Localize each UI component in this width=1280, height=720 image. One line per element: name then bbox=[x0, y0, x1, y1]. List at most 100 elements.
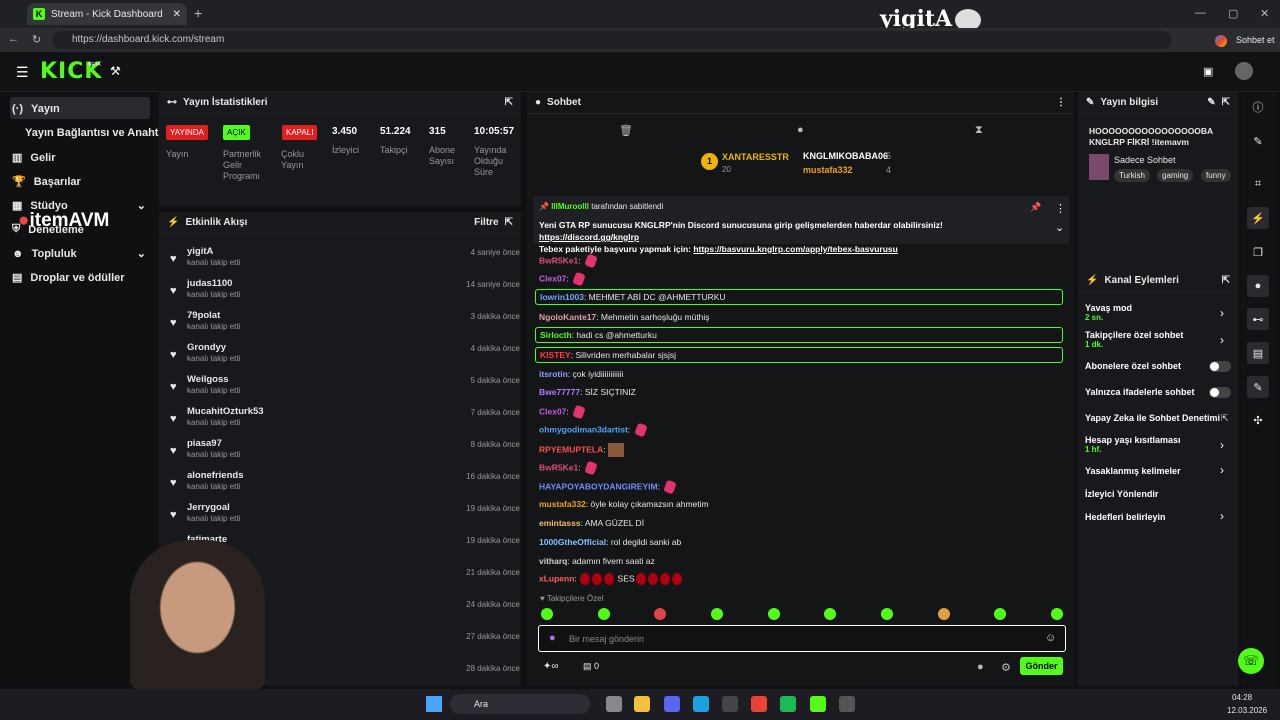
nav-item-stream-key[interactable]: Yayın Bağlantısı ve Anahtarı bbox=[25, 127, 172, 139]
pinned-link-discord[interactable]: https://discord.gg/knglrp bbox=[539, 232, 639, 242]
chevron-right-icon[interactable]: › bbox=[1220, 509, 1224, 523]
layout-icon[interactable]: ▤ bbox=[1247, 342, 1269, 364]
gear-icon[interactable]: ⚙ bbox=[1001, 661, 1011, 674]
edge-icon[interactable] bbox=[693, 696, 709, 712]
broadcast-icon[interactable]: ⊷ bbox=[1247, 308, 1269, 330]
emote-icon[interactable] bbox=[710, 608, 723, 620]
chat-user[interactable]: 1000GtheOfficial bbox=[539, 537, 606, 547]
user-avatar[interactable] bbox=[1235, 62, 1253, 80]
nav-item-basarilar[interactable]: 🏆 Başarılar bbox=[12, 175, 81, 189]
wrench-icon[interactable]: ✎ bbox=[1247, 376, 1269, 398]
chat-user[interactable]: BwR5Ke1 bbox=[539, 462, 578, 472]
browser-tab[interactable]: K Stream - Kick Dashboard ✕ bbox=[27, 3, 187, 25]
popout-icon[interactable]: ⇱ bbox=[1222, 97, 1230, 108]
chrome-icon[interactable] bbox=[751, 696, 767, 712]
chat-user[interactable]: lowrin1003 bbox=[540, 292, 584, 302]
chat-input[interactable]: ● Bir mesaj gönderin ☺ bbox=[538, 625, 1066, 652]
emote-icon[interactable] bbox=[597, 608, 610, 620]
chevron-down-icon[interactable]: ⌄ bbox=[1055, 221, 1064, 234]
chat-tools-icon[interactable]: ✦∞ bbox=[543, 661, 559, 672]
info-icon[interactable]: ⓘ bbox=[1247, 96, 1269, 118]
top-gifter-3[interactable]: mustafa332 bbox=[803, 165, 853, 175]
activity-name[interactable]: yigitA bbox=[187, 246, 213, 257]
chat-user[interactable]: vitharq bbox=[539, 556, 567, 566]
chat-icon[interactable]: ● bbox=[1247, 275, 1269, 297]
tag[interactable]: Turkish bbox=[1114, 169, 1150, 182]
chat-user[interactable]: Clex07 bbox=[539, 406, 566, 416]
chat-user[interactable]: Clex07 bbox=[539, 273, 566, 283]
action-ai-moderation[interactable]: Yapay Zeka ile Sohbet Denetimi bbox=[1085, 413, 1220, 423]
chat-user[interactable]: Bwe77777 bbox=[539, 387, 580, 397]
profile-icon[interactable] bbox=[1215, 35, 1227, 47]
send-button[interactable]: Gönder bbox=[1020, 657, 1063, 675]
activity-name[interactable]: MucahitOzturk53 bbox=[187, 406, 264, 417]
emote-icon[interactable] bbox=[824, 608, 837, 620]
close-window-icon[interactable]: ✕ bbox=[1260, 7, 1269, 20]
chevron-right-icon[interactable]: › bbox=[1220, 463, 1224, 477]
popout-icon[interactable]: ⇱ bbox=[505, 97, 513, 108]
taskbar-search[interactable]: Ara bbox=[450, 694, 590, 714]
url-field[interactable]: https://dashboard.kick.com/stream bbox=[52, 31, 1172, 49]
action-followers-only[interactable]: Takipçilere özel sohbet 1 dk. bbox=[1085, 330, 1183, 349]
obs-icon[interactable] bbox=[839, 696, 855, 712]
chat-user[interactable]: NgoloKante17 bbox=[539, 312, 596, 322]
nav-item-yayin[interactable]: (·) Yayın bbox=[12, 103, 60, 115]
emote-icon[interactable] bbox=[541, 608, 553, 620]
crop-icon[interactable]: ⌗ bbox=[1247, 173, 1269, 195]
kick-taskbar-icon[interactable] bbox=[810, 696, 826, 712]
action-banned-words[interactable]: Yasaklanmış kelimeler bbox=[1085, 466, 1181, 476]
activity-name[interactable]: 79polat bbox=[187, 310, 220, 321]
activity-name[interactable]: alonefriends bbox=[187, 470, 244, 481]
back-icon[interactable]: ← bbox=[8, 33, 19, 45]
emote-icon[interactable] bbox=[994, 608, 1007, 620]
tools-icon[interactable]: ⚒ bbox=[110, 64, 121, 78]
pencil-icon[interactable]: ✎ bbox=[1247, 130, 1269, 152]
hourglass-icon[interactable]: ⧗ bbox=[975, 124, 983, 137]
puzzle-icon[interactable]: ✣ bbox=[1247, 409, 1269, 431]
chevron-right-icon[interactable]: › bbox=[1220, 306, 1224, 320]
discord-icon[interactable] bbox=[664, 696, 680, 712]
category-name[interactable]: Sadece Sohbet bbox=[1114, 155, 1176, 165]
emote-icon[interactable] bbox=[654, 608, 667, 620]
tag[interactable]: funny bbox=[1201, 169, 1231, 182]
edit-icon[interactable]: ✎ bbox=[1207, 97, 1215, 108]
reload-icon[interactable]: ↻ bbox=[32, 33, 41, 46]
chat-user[interactable]: xLupenn bbox=[539, 573, 574, 583]
chat-user[interactable]: Sirlocth bbox=[540, 330, 572, 340]
popout-icon[interactable]: ⇱ bbox=[505, 217, 513, 228]
emote-icon[interactable] bbox=[1050, 608, 1063, 620]
unpin-icon[interactable]: 📌 bbox=[1030, 202, 1041, 213]
emotes-only-toggle[interactable] bbox=[1209, 387, 1231, 398]
new-tab-icon[interactable]: + bbox=[194, 5, 202, 21]
tag[interactable]: gaming bbox=[1157, 169, 1194, 182]
chat-user[interactable]: mustafa332 bbox=[539, 499, 586, 509]
screen-icon[interactable]: ▣ bbox=[1203, 65, 1213, 78]
explorer-icon[interactable] bbox=[634, 696, 650, 712]
action-account-age[interactable]: Hesap yaşı kısıtlaması 1 hf. bbox=[1085, 435, 1181, 454]
help-icon[interactable]: ☏ bbox=[1238, 648, 1264, 674]
close-tab-icon[interactable]: ✕ bbox=[173, 9, 181, 20]
nav-item-droplar[interactable]: ▤ Droplar ve ödüller bbox=[12, 271, 125, 285]
windows-start-icon[interactable] bbox=[426, 696, 442, 712]
pinned-link-tebex[interactable]: https://basvuru.knglrp.com/apply/tebex-b… bbox=[693, 244, 898, 254]
nav-item-gelir[interactable]: ▥ Gelir bbox=[12, 151, 55, 165]
pinner-name[interactable]: lllMuroolll bbox=[551, 202, 589, 211]
nav-item-topluluk[interactable]: ☻ Topluluk ⌄ bbox=[12, 247, 146, 261]
activity-name[interactable]: Jerrygoal bbox=[187, 502, 230, 513]
activity-name[interactable]: Grondyy bbox=[187, 342, 226, 353]
subs-only-toggle[interactable] bbox=[1209, 361, 1231, 372]
chat-mod-icon[interactable]: ● bbox=[797, 124, 804, 136]
chevron-right-icon[interactable]: › bbox=[1220, 438, 1224, 452]
top-gifter-1[interactable]: XANTARESSTR bbox=[722, 152, 789, 162]
maximize-icon[interactable]: ▢ bbox=[1228, 7, 1238, 20]
chat-user[interactable]: HAYAPOYABOYDANGIREYIM bbox=[539, 481, 658, 491]
chat-user[interactable]: ohmygodiman3dartist bbox=[539, 424, 628, 434]
external-link-icon[interactable]: ⇱ bbox=[1221, 413, 1229, 424]
menu-icon[interactable]: ☰ bbox=[16, 64, 29, 81]
activity-name[interactable]: Weilgoss bbox=[187, 374, 229, 385]
chat-user[interactable]: itsrotin bbox=[539, 369, 568, 379]
mic-icon[interactable]: ● bbox=[549, 632, 556, 644]
chat-bubble-icon[interactable]: ● bbox=[977, 661, 984, 673]
emoji-icon[interactable]: ☺ bbox=[1045, 632, 1056, 644]
action-raid[interactable]: İzleyici Yönlendir bbox=[1085, 489, 1158, 499]
